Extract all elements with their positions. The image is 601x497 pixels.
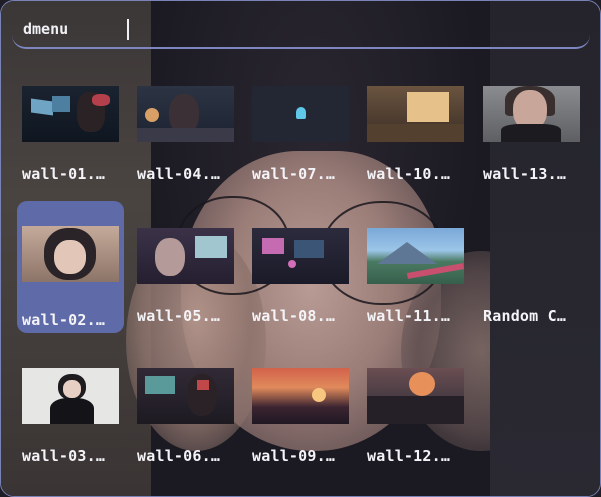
wallpaper-item-label: wall-02.… <box>22 311 106 329</box>
wallpaper-item[interactable]: wall-07.… <box>247 69 362 198</box>
wallpaper-item-selected[interactable]: wall-02.… <box>17 201 124 333</box>
wallpaper-item[interactable]: wall-13.… <box>478 69 593 198</box>
wallpaper-thumbnail <box>252 368 349 424</box>
wallpaper-item-label: wall-12.… <box>367 447 451 465</box>
wallpaper-item-label: wall-08.… <box>252 307 336 325</box>
wallpaper-item[interactable]: wall-09.… <box>247 351 362 480</box>
wallpaper-item[interactable]: wall-03.… <box>17 351 132 480</box>
wallpaper-item[interactable]: wall-05.… <box>132 211 247 340</box>
wallpaper-item-label: wall-10.… <box>367 165 451 183</box>
wallpaper-thumbnail <box>483 86 580 142</box>
text-caret <box>127 19 129 40</box>
wallpaper-item[interactable]: wall-04.… <box>132 69 247 198</box>
wallpaper-item-label: wall-05.… <box>137 307 221 325</box>
random-choice-label: Random C… <box>483 307 567 325</box>
wallpaper-item[interactable]: wall-08.… <box>247 211 362 340</box>
wallpaper-thumbnail <box>22 226 119 282</box>
wallpaper-item-label: wall-09.… <box>252 447 336 465</box>
prompt-label: dmenu <box>23 20 69 38</box>
wallpaper-thumbnail <box>252 228 349 284</box>
wallpaper-item[interactable]: wall-01.… <box>17 69 132 198</box>
random-choice-item[interactable]: Random C… <box>478 211 593 340</box>
wallpaper-thumbnail <box>22 368 119 424</box>
wallpaper-thumbnail <box>367 368 464 424</box>
wallpaper-thumbnail <box>22 86 119 142</box>
wallpaper-thumbnail <box>137 86 234 142</box>
wallpaper-item-label: wall-06.… <box>137 447 221 465</box>
search-input[interactable] <box>117 17 561 43</box>
launcher-window: dmenu wall-01.… wall-04.… wall-07.… wall… <box>0 0 601 497</box>
search-bar[interactable]: dmenu <box>12 11 590 49</box>
wallpaper-thumbnail <box>367 86 464 142</box>
wallpaper-thumbnail <box>137 228 234 284</box>
wallpaper-item-label: wall-07.… <box>252 165 336 183</box>
wallpaper-item-label: wall-04.… <box>137 165 221 183</box>
wallpaper-item[interactable]: wall-12.… <box>362 351 477 480</box>
wallpaper-thumbnail <box>137 368 234 424</box>
wallpaper-item-label: wall-11.… <box>367 307 451 325</box>
wallpaper-item-label: wall-01.… <box>22 165 106 183</box>
wallpaper-thumbnail <box>252 86 349 142</box>
wallpaper-thumbnail <box>367 228 464 284</box>
wallpaper-item-label: wall-03.… <box>22 447 106 465</box>
wallpaper-item-label: wall-13.… <box>483 165 567 183</box>
wallpaper-item[interactable]: wall-11.… <box>362 211 477 340</box>
wallpaper-item[interactable]: wall-06.… <box>132 351 247 480</box>
wallpaper-item[interactable]: wall-10.… <box>362 69 477 198</box>
